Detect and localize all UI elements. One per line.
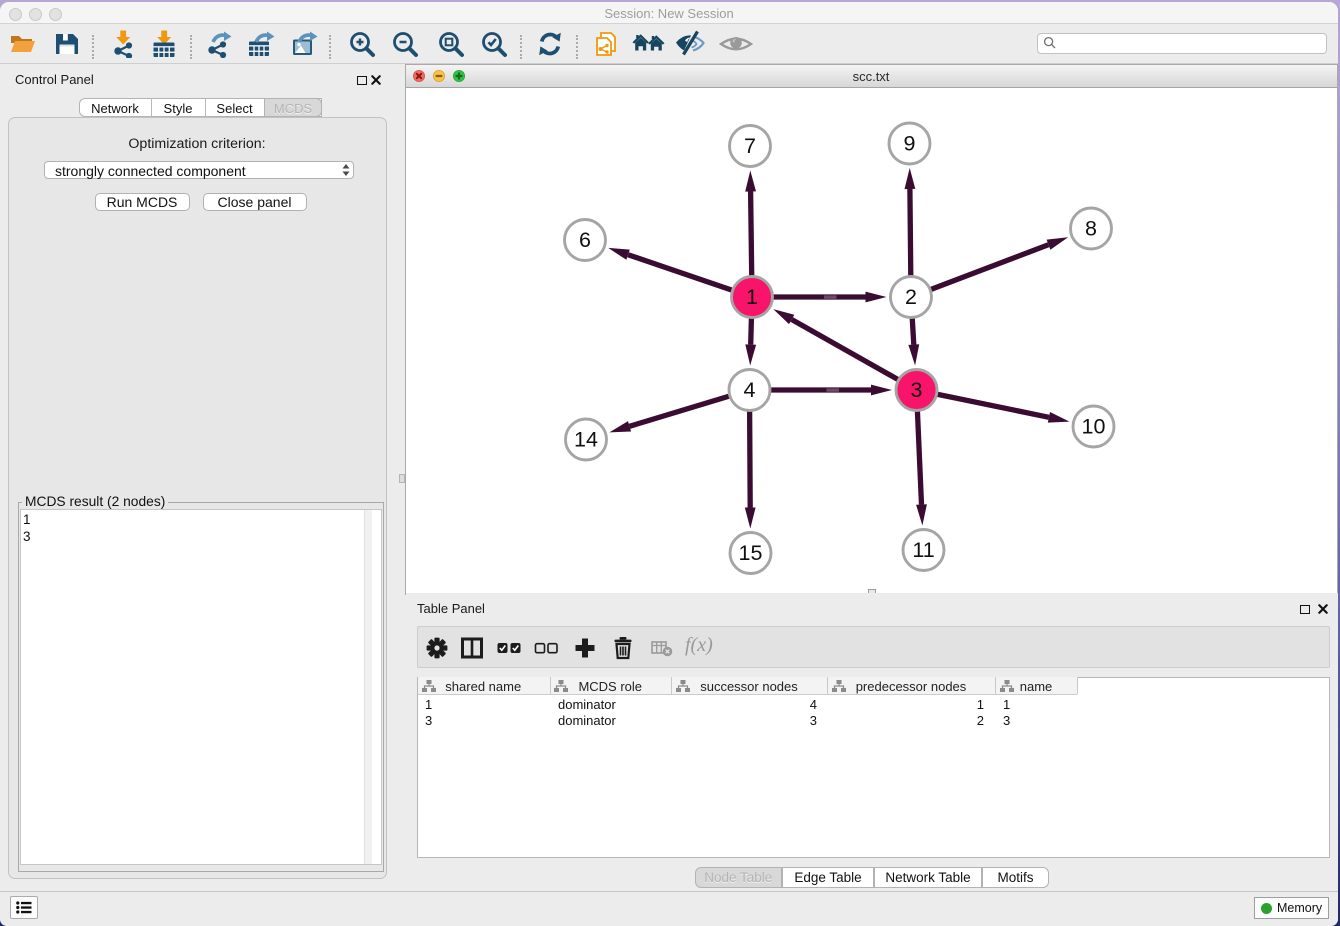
svg-text:7: 7 xyxy=(744,134,756,158)
svg-text:4: 4 xyxy=(743,378,755,402)
svg-text:8: 8 xyxy=(1085,217,1097,241)
svg-text:6: 6 xyxy=(579,228,591,252)
svg-text:1: 1 xyxy=(746,285,758,309)
svg-text:14: 14 xyxy=(574,428,598,452)
svg-text:9: 9 xyxy=(903,132,915,156)
svg-text:2: 2 xyxy=(905,285,917,309)
svg-text:11: 11 xyxy=(912,538,934,562)
svg-text:15: 15 xyxy=(738,541,762,565)
svg-text:3: 3 xyxy=(910,378,922,402)
svg-text:10: 10 xyxy=(1081,415,1105,439)
